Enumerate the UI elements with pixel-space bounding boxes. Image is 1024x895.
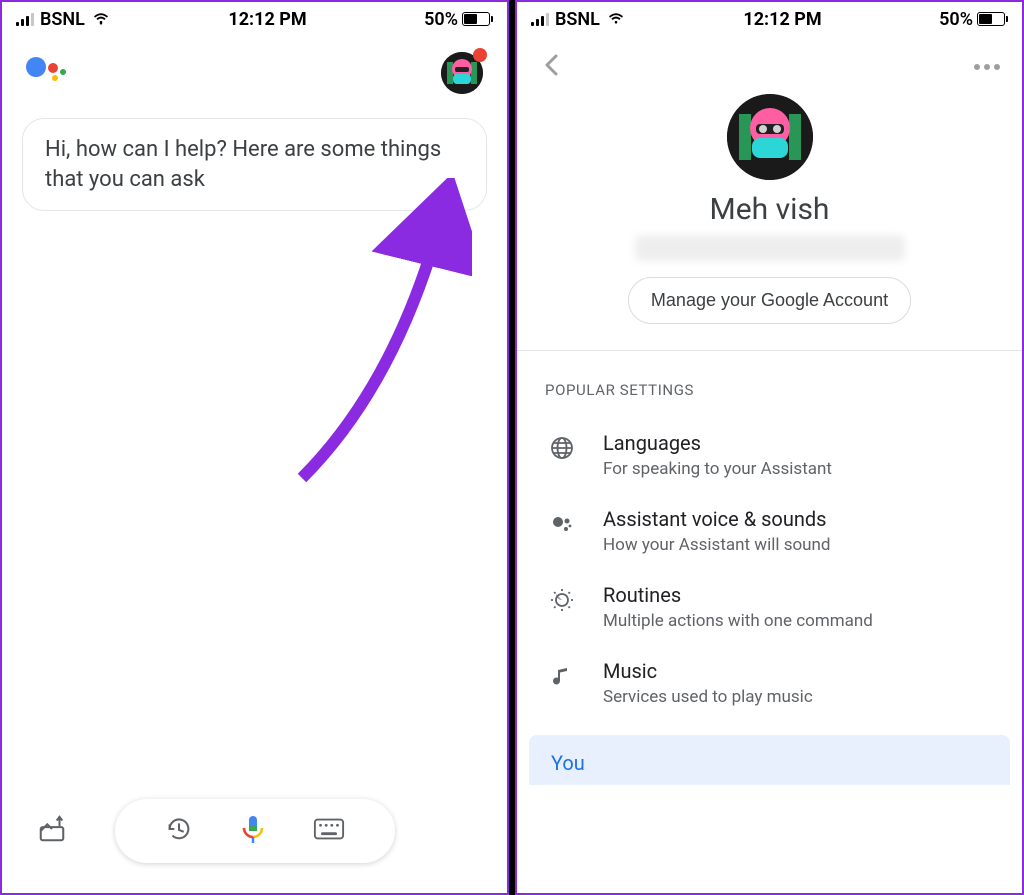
wifi-icon (91, 9, 111, 30)
microphone-icon[interactable] (237, 813, 269, 849)
annotation-arrow-icon (262, 178, 472, 498)
section-label-popular: POPULAR SETTINGS (517, 351, 1022, 417)
signal-icon (531, 12, 549, 26)
overflow-menu-button[interactable] (974, 64, 1000, 70)
globe-icon (545, 431, 579, 461)
status-bar: BSNL 12:12 PM 50% (2, 2, 507, 36)
profile-name: Meh vish (517, 192, 1022, 227)
google-assistant-logo (26, 53, 66, 93)
music-note-icon (545, 659, 579, 689)
setting-title: Assistant voice & sounds (603, 507, 831, 531)
battery-percent: 50% (939, 9, 973, 30)
setting-row-voice[interactable]: Assistant voice & sounds How your Assist… (517, 493, 1022, 569)
setting-title: Routines (603, 583, 873, 607)
carrier-label: BSNL (555, 9, 600, 30)
battery-icon (462, 12, 493, 26)
status-bar: BSNL 12:12 PM 50% (517, 2, 1022, 36)
notification-dot-icon (473, 48, 487, 62)
history-icon[interactable] (164, 814, 194, 848)
battery-icon (977, 12, 1008, 26)
status-time: 12:12 PM (228, 9, 306, 30)
setting-title: Languages (603, 431, 832, 455)
manage-account-button[interactable]: Manage your Google Account (628, 277, 911, 324)
setting-subtitle: Multiple actions with one command (603, 611, 873, 631)
setting-subtitle: For speaking to your Assistant (603, 459, 832, 479)
setting-subtitle: Services used to play music (603, 687, 813, 707)
status-time: 12:12 PM (743, 9, 821, 30)
setting-title: Music (603, 659, 813, 683)
setting-row-languages[interactable]: Languages For speaking to your Assistant (517, 417, 1022, 493)
assistant-greeting-bubble: Hi, how can I help? Here are some things… (22, 118, 487, 211)
setting-row-music[interactable]: Music Services used to play music (517, 645, 1022, 721)
keyboard-icon[interactable] (313, 817, 345, 845)
setting-subtitle: How your Assistant will sound (603, 535, 831, 555)
profile-avatar[interactable] (441, 52, 483, 94)
carrier-label: BSNL (40, 9, 85, 30)
wifi-icon (606, 9, 626, 30)
battery-percent: 50% (424, 9, 458, 30)
profile-email-blurred (635, 235, 905, 261)
input-pill (115, 799, 395, 863)
back-button[interactable] (539, 52, 565, 82)
explore-icon[interactable] (37, 814, 67, 848)
phone-screen-assistant: BSNL 12:12 PM 50% (0, 0, 509, 895)
greeting-text: Hi, how can I help? Here are some things… (45, 137, 441, 192)
phone-screen-settings: BSNL 12:12 PM 50% (515, 0, 1024, 895)
bottom-tab-you[interactable]: You (529, 735, 1010, 785)
routines-icon (545, 583, 579, 613)
profile-avatar-large[interactable] (727, 94, 813, 180)
signal-icon (16, 12, 34, 26)
setting-row-routines[interactable]: Routines Multiple actions with one comma… (517, 569, 1022, 645)
assistant-dots-icon (545, 507, 579, 537)
